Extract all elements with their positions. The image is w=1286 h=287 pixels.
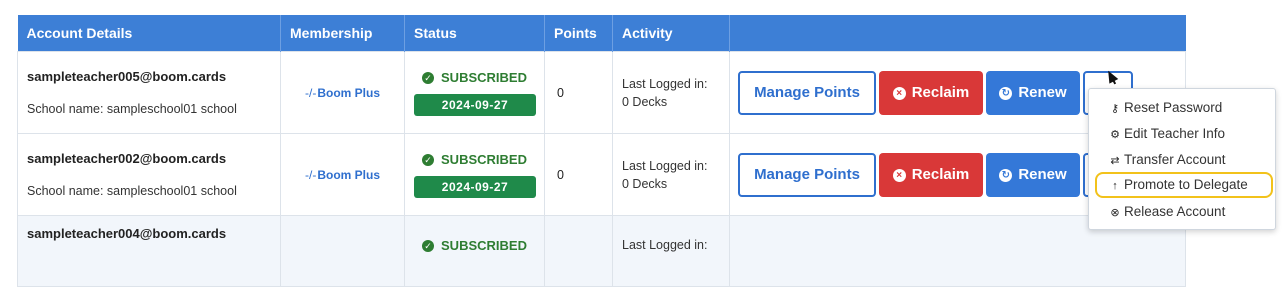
membership-cell: -/-Boom Plus: [280, 51, 405, 134]
account-details-cell: sampleteacher005@boom.cards School name:…: [17, 51, 281, 134]
header-account-details: Account Details: [17, 15, 281, 52]
refresh-icon: ↻: [999, 86, 1013, 100]
points-value: 0: [544, 133, 613, 216]
check-circle-icon: ✓: [422, 71, 435, 84]
reclaim-label: Reclaim: [911, 165, 970, 183]
status-line: ✓ SUBSCRIBED: [414, 238, 535, 253]
close-circle-icon: ⊗: [1110, 207, 1120, 219]
menu-item-promote-to-delegate[interactable]: ↑ Promote to Delegate: [1095, 172, 1273, 198]
renew-button[interactable]: ↻ Renew: [986, 152, 1080, 197]
menu-item-reset-password[interactable]: ⚷ Reset Password: [1089, 95, 1275, 121]
last-logged-in: Last Logged in:: [622, 238, 708, 252]
status-cell: ✓ SUBSCRIBED 2024-09-27: [404, 51, 545, 134]
accounts-table: Account Details Membership Status Points…: [17, 15, 1186, 287]
status-text: SUBSCRIBED: [441, 151, 527, 167]
status-cell: ✓ SUBSCRIBED: [404, 215, 545, 287]
points-value: [544, 215, 613, 287]
table-row: sampleteacher002@boom.cards School name:…: [17, 133, 1186, 216]
activity-cell: Last Logged in: 0 Decks: [612, 51, 730, 134]
menu-item-edit-teacher-info[interactable]: ⚙ Edit Teacher Info: [1089, 121, 1275, 147]
membership-label: Boom Plus: [317, 167, 380, 182]
check-circle-icon: ✓: [422, 153, 435, 166]
boom-plus-logo-icon: -/-: [305, 85, 317, 100]
membership-cell: -/-Boom Plus: [280, 133, 405, 216]
key-icon: ⚷: [1110, 103, 1120, 115]
header-actions: [729, 15, 1186, 52]
school-name: School name: sampleschool01 school: [27, 184, 237, 198]
last-logged-in: Last Logged in:: [622, 76, 708, 91]
points-value: 0: [544, 51, 613, 134]
header-status: Status: [404, 15, 545, 52]
menu-item-label: Transfer Account: [1124, 152, 1226, 167]
refresh-icon: ↻: [999, 168, 1013, 182]
close-circle-icon: ×: [892, 168, 906, 182]
renew-label: Renew: [1018, 83, 1067, 101]
close-circle-icon: ×: [892, 86, 906, 100]
header-points: Points: [544, 15, 613, 52]
deck-count: 0 Decks: [622, 94, 668, 109]
subscription-date-badge: 2024-09-27: [414, 93, 536, 116]
menu-item-label: Reset Password: [1124, 100, 1223, 115]
account-details-cell: sampleteacher004@boom.cards: [17, 215, 281, 287]
menu-item-release-account[interactable]: ⊗ Release Account: [1089, 199, 1275, 225]
membership-label: Boom Plus: [317, 85, 380, 100]
check-circle-icon: ✓: [422, 240, 435, 252]
menu-item-transfer-account[interactable]: ⇄ Transfer Account: [1089, 147, 1275, 173]
table-row: sampleteacher004@boom.cards ✓ SUBSCRIBED …: [17, 215, 1186, 287]
gear-icon: ⚙: [1110, 129, 1120, 141]
status-cell: ✓ SUBSCRIBED 2024-09-27: [404, 133, 545, 216]
account-email: sampleteacher004@boom.cards: [27, 226, 227, 241]
header-membership: Membership: [280, 15, 405, 52]
transfer-icon: ⇄: [1110, 155, 1120, 167]
table-row: sampleteacher005@boom.cards School name:…: [17, 51, 1186, 134]
subscription-date-badge: 2024-09-27: [414, 175, 536, 198]
header-activity: Activity: [612, 15, 730, 52]
status-line: ✓ SUBSCRIBED: [414, 152, 535, 167]
manage-points-button[interactable]: Manage Points: [738, 152, 876, 197]
status-text: SUBSCRIBED: [441, 69, 527, 85]
menu-item-label: Promote to Delegate: [1124, 177, 1248, 192]
more-actions-menu: ⚷ Reset Password ⚙ Edit Teacher Info ⇄ Tran…: [1088, 88, 1276, 230]
status-text: SUBSCRIBED: [441, 238, 527, 253]
renew-label: Renew: [1018, 165, 1067, 183]
manage-points-button[interactable]: Manage Points: [738, 70, 876, 115]
arrow-up-icon: ↑: [1112, 180, 1118, 192]
account-details-cell: sampleteacher002@boom.cards School name:…: [17, 133, 281, 216]
last-logged-in: Last Logged in:: [622, 158, 708, 173]
reclaim-button[interactable]: × Reclaim: [879, 152, 983, 197]
status-line: ✓ SUBSCRIBED: [414, 70, 535, 85]
deck-count: 0 Decks: [622, 176, 668, 191]
reclaim-button[interactable]: × Reclaim: [879, 70, 983, 115]
menu-item-label: Edit Teacher Info: [1124, 126, 1226, 141]
table-header-row: Account Details Membership Status Points…: [17, 15, 1186, 52]
school-name: School name: sampleschool01 school: [27, 102, 237, 116]
activity-cell: Last Logged in: 0 Decks: [612, 133, 730, 216]
account-email: sampleteacher002@boom.cards: [27, 151, 227, 166]
activity-cell: Last Logged in:: [612, 215, 730, 287]
membership-cell: [280, 215, 405, 287]
boom-plus-logo-icon: -/-: [305, 167, 317, 182]
menu-item-label: Release Account: [1124, 204, 1226, 219]
renew-button[interactable]: ↻ Renew: [986, 70, 1080, 115]
accounts-table-wrap: Account Details Membership Status Points…: [17, 15, 1186, 287]
reclaim-label: Reclaim: [911, 83, 970, 101]
account-email: sampleteacher005@boom.cards: [27, 69, 227, 84]
